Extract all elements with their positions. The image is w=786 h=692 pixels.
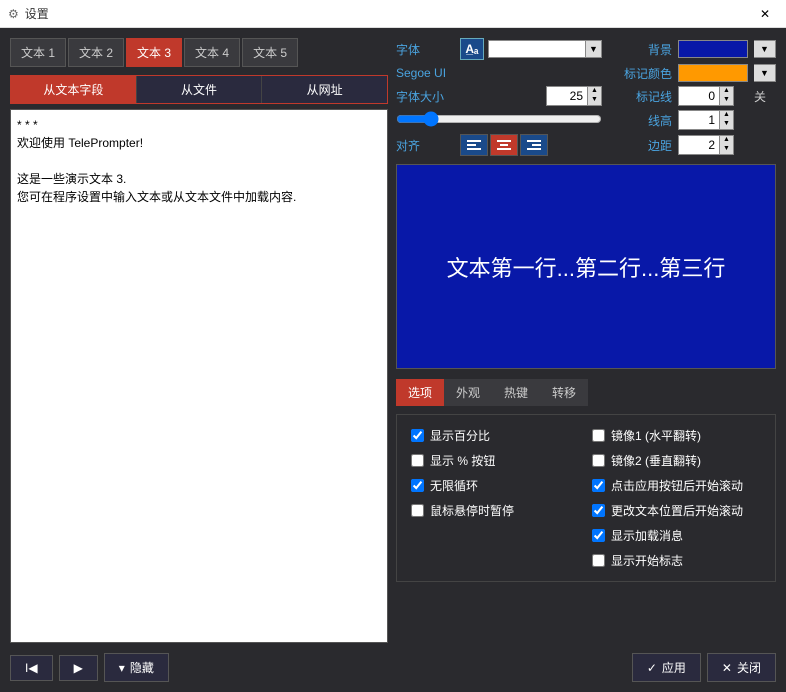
right-bottombar: ✓应用 ✕关闭 xyxy=(396,653,776,682)
font-size-label: 字体大小 xyxy=(396,88,454,105)
close-button[interactable]: ✕关闭 xyxy=(707,653,776,682)
check-icon: ✓ xyxy=(647,661,657,675)
checks-right-col: 镜像1 (水平翻转) 镜像2 (垂直翻转) 点击应用按钮后开始滚动更改文本位置后开始… xyxy=(592,427,761,569)
option-tabs: 选项外观热键转移 xyxy=(396,379,776,406)
mark-line-spinner[interactable]: ▲▼ xyxy=(678,86,748,106)
checkbox-checksL-1[interactable]: 显示 % 按钮 xyxy=(411,452,580,469)
text-tabs: 文本 1文本 2文本 3文本 4文本 5 xyxy=(10,38,388,67)
source-tab-0[interactable]: 从文本字段 xyxy=(11,76,137,103)
checkbox-checksR-3[interactable]: 更改文本位置后开始滚动 xyxy=(592,502,761,519)
text-tab-5[interactable]: 文本 5 xyxy=(242,38,298,67)
checkbox-checksR-1[interactable]: 镜像2 (垂直翻转) xyxy=(592,452,761,469)
titlebar: ⚙ 设置 ✕ xyxy=(0,0,786,28)
apply-button[interactable]: ✓应用 xyxy=(632,653,701,682)
mark-color-dd[interactable]: ▼ xyxy=(754,64,776,82)
checkbox-checksR-5[interactable]: 显示开始标志 xyxy=(592,552,761,569)
margin-spinner[interactable]: ▲▼ xyxy=(678,135,748,155)
source-tab-1[interactable]: 从文件 xyxy=(137,76,263,103)
mark-color-dropdown[interactable] xyxy=(678,64,748,82)
background-color-dropdown[interactable] xyxy=(678,40,748,58)
mark-color-label: 标记颜色 xyxy=(608,65,672,82)
mark-line-label: 标记线 xyxy=(608,88,672,105)
background-label: 背景 xyxy=(608,41,672,58)
gear-icon: ⚙ xyxy=(8,7,19,21)
right-panel: 字体 A̲ₐ ▼ 背景 ▼ Segoe UI 标记颜色 ▼ 字体大小 ▲▼ 标记… xyxy=(396,38,776,682)
close-icon[interactable]: ✕ xyxy=(752,5,778,23)
checks-left-col: 显示百分比显示 % 按钮无限循环鼠标悬停时暂停 xyxy=(411,427,580,569)
play-button[interactable]: ▶ xyxy=(59,655,98,681)
mark-color-swatch xyxy=(679,65,747,81)
font-style-button[interactable]: A̲ₐ xyxy=(460,38,484,60)
font-size-slider[interactable] xyxy=(396,111,602,127)
margin-label: 边距 xyxy=(608,137,672,154)
text-input[interactable]: * * * 欢迎使用 TelePrompter! 这是一些演示文本 3. 您可在… xyxy=(10,109,388,643)
rewind-button[interactable]: I◀ xyxy=(10,655,53,681)
option-tab-1[interactable]: 外观 xyxy=(444,379,492,406)
text-tab-4[interactable]: 文本 4 xyxy=(184,38,240,67)
font-label: 字体 xyxy=(396,41,454,58)
line-height-spinner[interactable]: ▲▼ xyxy=(678,110,748,130)
left-panel: 文本 1文本 2文本 3文本 4文本 5 从文本字段从文件从网址 * * * 欢… xyxy=(10,38,388,682)
align-center-button[interactable] xyxy=(490,134,518,156)
preview-area: 文本第一行...第二行...第三行 xyxy=(396,164,776,369)
align-left-button[interactable] xyxy=(460,134,488,156)
align-label: 对齐 xyxy=(396,137,454,154)
align-buttons xyxy=(460,134,602,156)
hide-button[interactable]: ▾隐藏 xyxy=(104,653,169,682)
preview-text: 文本第一行...第二行...第三行 xyxy=(447,251,726,283)
settings-grid: 字体 A̲ₐ ▼ 背景 ▼ Segoe UI 标记颜色 ▼ 字体大小 ▲▼ 标记… xyxy=(396,38,776,156)
font-color-dropdown[interactable]: ▼ xyxy=(488,40,602,58)
option-tab-3[interactable]: 转移 xyxy=(540,379,588,406)
chevron-down-icon: ▼ xyxy=(754,41,775,57)
text-tab-2[interactable]: 文本 2 xyxy=(68,38,124,67)
font-color-swatch xyxy=(489,41,585,57)
font-name: Segoe UI xyxy=(396,66,602,80)
line-height-label: 线高 xyxy=(608,112,672,129)
font-size-spinner[interactable]: ▲▼ xyxy=(546,86,602,106)
x-icon: ✕ xyxy=(722,661,732,675)
options-panel: 显示百分比显示 % 按钮无限循环鼠标悬停时暂停 镜像1 (水平翻转) 镜像2 (垂… xyxy=(396,414,776,582)
option-tab-0[interactable]: 选项 xyxy=(396,379,444,406)
text-tab-1[interactable]: 文本 1 xyxy=(10,38,66,67)
checkbox-checksL-2[interactable]: 无限循环 xyxy=(411,477,580,494)
left-bottombar: I◀ ▶ ▾隐藏 xyxy=(10,653,388,682)
off-label: 关 xyxy=(754,88,776,105)
main-area: 文本 1文本 2文本 3文本 4文本 5 从文本字段从文件从网址 * * * 欢… xyxy=(0,28,786,692)
chevron-down-icon: ▾ xyxy=(119,661,125,675)
checkbox-checksL-0[interactable]: 显示百分比 xyxy=(411,427,580,444)
text-tab-3[interactable]: 文本 3 xyxy=(126,38,182,67)
source-tab-2[interactable]: 从网址 xyxy=(262,76,387,103)
checkbox-checksR-2[interactable]: 点击应用按钮后开始滚动 xyxy=(592,477,761,494)
checkbox-checksL-3[interactable]: 鼠标悬停时暂停 xyxy=(411,502,580,519)
window-title: 设置 xyxy=(25,5,752,22)
option-tab-2[interactable]: 热键 xyxy=(492,379,540,406)
source-tabs: 从文本字段从文件从网址 xyxy=(10,75,388,104)
checkbox-checksR-4[interactable]: 显示加载消息 xyxy=(592,527,761,544)
background-color-dd[interactable]: ▼ xyxy=(754,40,776,58)
checkbox-checksR-0[interactable]: 镜像1 (水平翻转) xyxy=(592,427,761,444)
align-right-button[interactable] xyxy=(520,134,548,156)
background-swatch xyxy=(679,41,747,57)
chevron-down-icon: ▼ xyxy=(754,65,775,81)
chevron-down-icon: ▼ xyxy=(585,41,601,57)
